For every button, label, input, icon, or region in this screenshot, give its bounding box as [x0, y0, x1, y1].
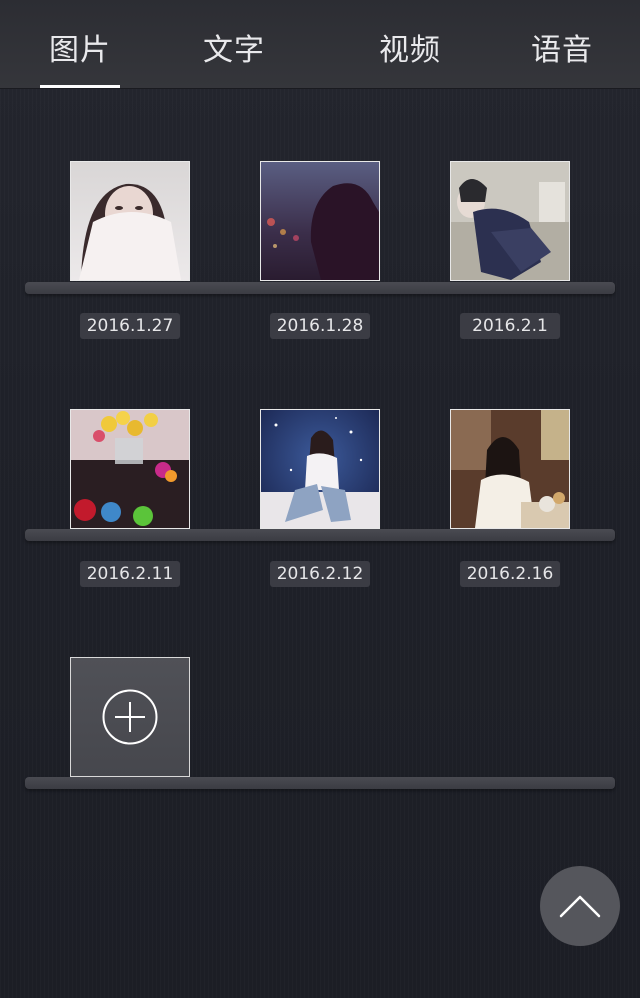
photo-thumbnail[interactable]: [260, 409, 380, 529]
photo-thumbnail[interactable]: [450, 161, 570, 281]
silhouette-photo-icon: [261, 162, 379, 280]
portrait-photo-icon: [451, 410, 569, 528]
photo-thumbnail[interactable]: [70, 161, 190, 281]
active-tab-indicator: [40, 85, 120, 88]
shelf-row-3: [25, 777, 615, 789]
shelf-row-2: [25, 529, 615, 541]
photo-date-label: 2016.2.11: [80, 561, 180, 587]
tab-audio-label: 语音: [531, 33, 593, 68]
plus-circle-icon: [102, 689, 158, 745]
add-photo-button[interactable]: [70, 657, 190, 777]
photo-date-label: 2016.2.1: [460, 313, 560, 339]
photo-thumbnail[interactable]: [450, 409, 570, 529]
flowers-photo-icon: [71, 410, 189, 528]
portrait-photo-icon: [261, 410, 379, 528]
tab-text-label: 文字: [203, 33, 265, 68]
photo-date-label: 2016.1.27: [80, 313, 180, 339]
photo-date-label: 2016.2.16: [460, 561, 560, 587]
photo-thumbnail[interactable]: [260, 161, 380, 281]
tab-images[interactable]: 图片: [40, 0, 120, 88]
tab-audio[interactable]: 语音: [522, 0, 602, 88]
chevron-up-icon: [559, 895, 601, 918]
top-tab-bar: 图片 文字 视频 语音: [0, 0, 640, 89]
scroll-to-top-button[interactable]: [540, 866, 620, 946]
portrait-photo-icon: [451, 162, 569, 280]
photo-date-label: 2016.2.12: [270, 561, 370, 587]
tab-images-label: 图片: [49, 33, 111, 68]
photo-thumbnail[interactable]: [70, 409, 190, 529]
tab-video[interactable]: 视频: [370, 0, 450, 88]
tab-text[interactable]: 文字: [194, 0, 274, 88]
tab-video-label: 视频: [379, 33, 441, 68]
portrait-photo-icon: [71, 162, 189, 280]
shelf-row-1: [25, 282, 615, 294]
photo-date-label: 2016.1.28: [270, 313, 370, 339]
